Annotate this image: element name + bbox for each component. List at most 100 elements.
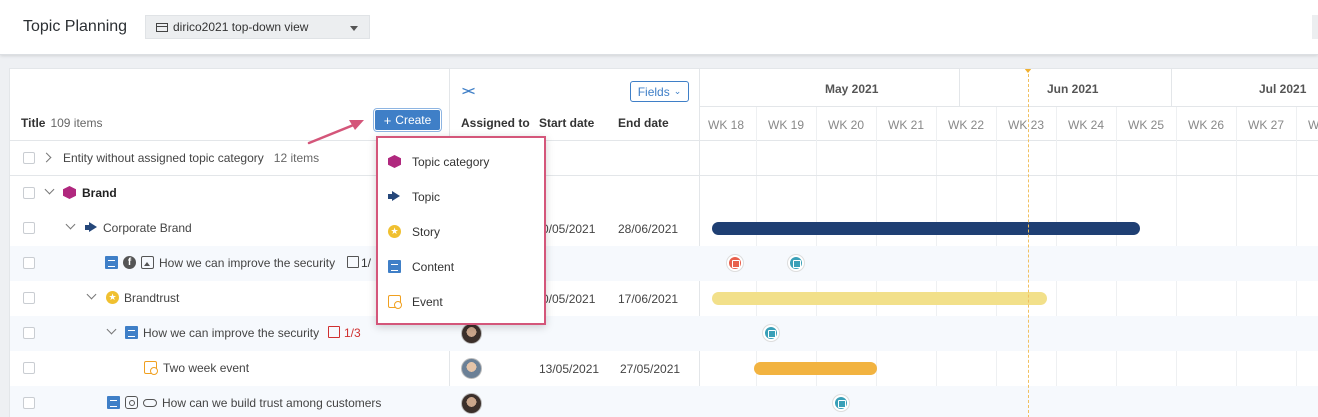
month-label: May 2021 <box>825 82 879 96</box>
document-icon <box>107 396 120 409</box>
link-icon <box>143 399 157 407</box>
table-row[interactable]: Entity without assigned topic category 12… <box>10 141 1318 176</box>
row-title: How we can improve the security <box>159 256 336 270</box>
menu-item-topic-category[interactable]: Topic category <box>378 144 544 179</box>
row-checkbox[interactable] <box>23 222 35 234</box>
document-icon <box>388 260 401 273</box>
planning-panel: Title 109 items + Create >< Fields ⌄ Assi… <box>9 68 1318 417</box>
month-label: Jun 2021 <box>1047 82 1099 96</box>
hexagon-icon <box>63 186 76 199</box>
chevron-down-icon[interactable] <box>86 289 97 300</box>
view-list-icon <box>156 22 168 32</box>
megaphone-icon <box>388 191 401 202</box>
instagram-icon <box>125 396 138 409</box>
start-date: 13/05/2021 <box>539 362 600 376</box>
topic-gantt-bar[interactable] <box>712 222 1140 235</box>
menu-item-story[interactable]: ★ Story <box>378 214 544 249</box>
row-title: Brand <box>82 186 117 200</box>
row-checkbox[interactable] <box>23 152 35 164</box>
chevron-right-icon[interactable] <box>41 152 52 163</box>
create-menu: Topic category Topic ★ Story Content Eve… <box>376 136 546 325</box>
event-icon <box>144 361 158 375</box>
create-button[interactable]: + Create <box>373 108 442 132</box>
star-icon: ★ <box>388 225 401 238</box>
row-title: Corporate Brand <box>103 221 192 235</box>
today-line <box>1028 69 1029 417</box>
content-calendar-dot[interactable] <box>763 325 779 341</box>
page-title: Topic Planning <box>23 18 128 35</box>
week-label: WK 20 <box>828 118 865 132</box>
menu-item-event[interactable]: Event <box>378 284 544 319</box>
week-label: WK 25 <box>1128 118 1165 132</box>
start-date: 0/05/2021 <box>542 292 596 306</box>
item-count: 109 items <box>50 116 103 130</box>
content-calendar-dot[interactable] <box>788 255 804 271</box>
fields-button[interactable]: Fields ⌄ <box>630 81 689 102</box>
week-label: WK 21 <box>888 118 925 132</box>
chevron-down-icon[interactable] <box>65 219 76 230</box>
row-checkbox[interactable] <box>23 327 35 339</box>
event-icon <box>388 295 402 309</box>
chevron-down-icon[interactable] <box>44 184 55 195</box>
row-title: How we can improve the security <box>143 326 320 340</box>
week-label: WK 18 <box>708 118 745 132</box>
top-bar-right-control[interactable] <box>1312 15 1318 39</box>
assigned-column-header[interactable]: Assigned to <box>461 116 530 130</box>
collapse-columns-toggle[interactable]: >< <box>462 84 475 98</box>
row-checkbox[interactable] <box>23 362 35 374</box>
end-date: 27/05/2021 <box>620 362 681 376</box>
facebook-icon: f <box>123 256 136 269</box>
row-count: 12 items <box>273 151 320 165</box>
row-checkbox[interactable] <box>23 187 35 199</box>
table-row[interactable]: Brand <box>10 176 1318 211</box>
avatar[interactable] <box>461 323 482 344</box>
menu-item-content[interactable]: Content <box>378 249 544 284</box>
table-row[interactable]: f How we can improve the security 1/ <box>10 246 1318 281</box>
chevron-down-icon: ⌄ <box>673 86 682 96</box>
task-count: 1/3 <box>344 326 361 340</box>
content-calendar-dot[interactable] <box>727 255 743 271</box>
table-row[interactable]: Two week event 13/05/2021 27/05/2021 <box>10 351 1318 386</box>
title-column-header[interactable]: Title 109 items <box>21 116 102 130</box>
week-label: WK 22 <box>948 118 985 132</box>
plus-icon: + <box>383 112 392 128</box>
week-label: W <box>1308 118 1318 132</box>
hexagon-icon <box>388 155 401 168</box>
table-row[interactable]: How can we build trust among customers <box>10 386 1318 417</box>
row-checkbox[interactable] <box>23 292 35 304</box>
view-select[interactable]: dirico2021 top-down view <box>145 15 370 39</box>
menu-item-topic[interactable]: Topic <box>378 179 544 214</box>
row-title: Entity without assigned topic category 12… <box>63 151 320 165</box>
row-checkbox[interactable] <box>23 257 35 269</box>
table-row[interactable]: Corporate Brand 0/05/2021 28/06/2021 <box>10 211 1318 246</box>
task-count: 1/ <box>361 256 372 270</box>
content-calendar-dot[interactable] <box>833 395 849 411</box>
week-label: WK 24 <box>1068 118 1105 132</box>
document-icon <box>125 326 138 339</box>
end-date-column-header[interactable]: End date <box>618 116 669 130</box>
today-marker-icon <box>1024 69 1032 73</box>
week-label: WK 19 <box>768 118 805 132</box>
image-icon <box>141 256 154 269</box>
megaphone-icon <box>85 222 98 233</box>
month-row-divider <box>700 106 1318 107</box>
chevron-down-icon[interactable] <box>106 324 117 335</box>
start-date: 0/05/2021 <box>542 222 596 236</box>
week-label: WK 26 <box>1188 118 1225 132</box>
start-date-column-header[interactable]: Start date <box>539 116 594 130</box>
event-gantt-bar[interactable] <box>754 362 877 375</box>
row-title: How can we build trust among customers <box>162 396 382 410</box>
story-gantt-bar[interactable] <box>712 292 1047 305</box>
month-divider <box>959 69 960 106</box>
row-checkbox[interactable] <box>23 397 35 409</box>
caret-down-icon <box>350 26 358 31</box>
table-row[interactable]: ★ Brandtrust 0/05/2021 17/06/2021 <box>10 281 1318 316</box>
table-row[interactable]: How we can improve the security 1/3 <box>10 316 1318 351</box>
week-label: WK 27 <box>1248 118 1285 132</box>
end-date: 28/06/2021 <box>618 222 679 236</box>
avatar[interactable] <box>461 393 482 414</box>
end-date: 17/06/2021 <box>618 292 679 306</box>
top-bar: Topic Planning dirico2021 top-down view <box>0 0 1318 55</box>
table-header: Title 109 items + Create >< Fields ⌄ Assi… <box>10 69 1318 141</box>
avatar[interactable] <box>461 358 482 379</box>
